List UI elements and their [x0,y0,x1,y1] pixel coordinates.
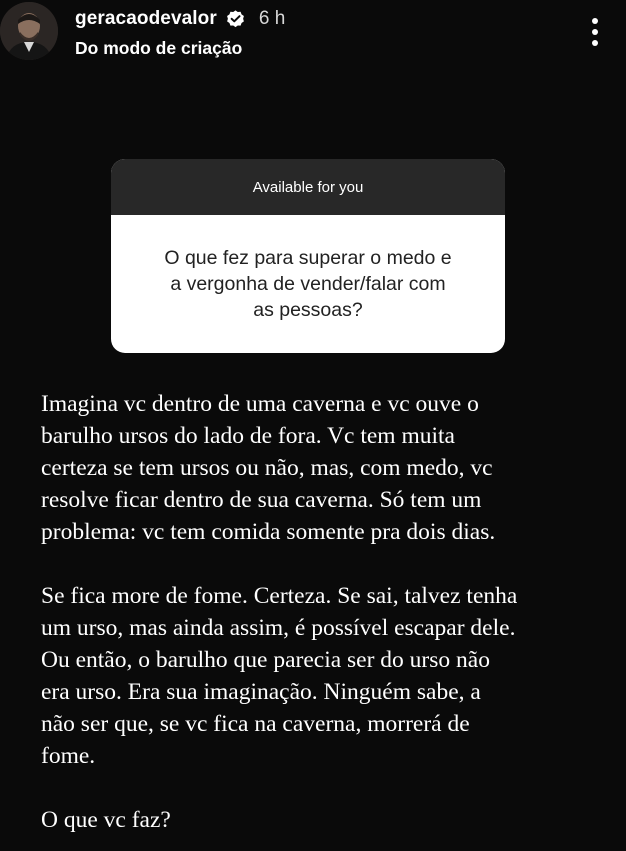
story-paragraph-2: Se fica more de fome. Certeza. Se sai, t… [41,583,518,769]
story-subtitle[interactable]: Do modo de criação [75,38,242,59]
question-sticker-title: Available for you [252,178,364,196]
more-vertical-icon[interactable] [584,16,606,48]
verified-badge-icon [225,9,246,30]
question-sticker-body: O que fez para superar o medo e a vergon… [111,215,505,353]
story-paragraph-3: O que vc faz? [41,807,171,833]
story-header: geracaodevalor 6 h Do modo de criação [0,0,626,70]
post-time: 6 h [258,8,286,29]
question-text: O que fez para superar o medo e a vergon… [164,247,452,321]
story-text: Imagina vc dentro de uma caverna e vc ou… [41,388,626,836]
username-row: geracaodevalor 6 h [75,6,285,32]
avatar[interactable] [0,2,58,60]
question-sticker-header: Available for you [111,159,505,215]
question-sticker[interactable]: Available for you O que fez para superar… [111,159,505,353]
story-paragraph-1: Imagina vc dentro de uma caverna e vc ou… [41,391,496,545]
username[interactable]: geracaodevalor [75,8,217,30]
profile-photo-icon [0,2,58,60]
